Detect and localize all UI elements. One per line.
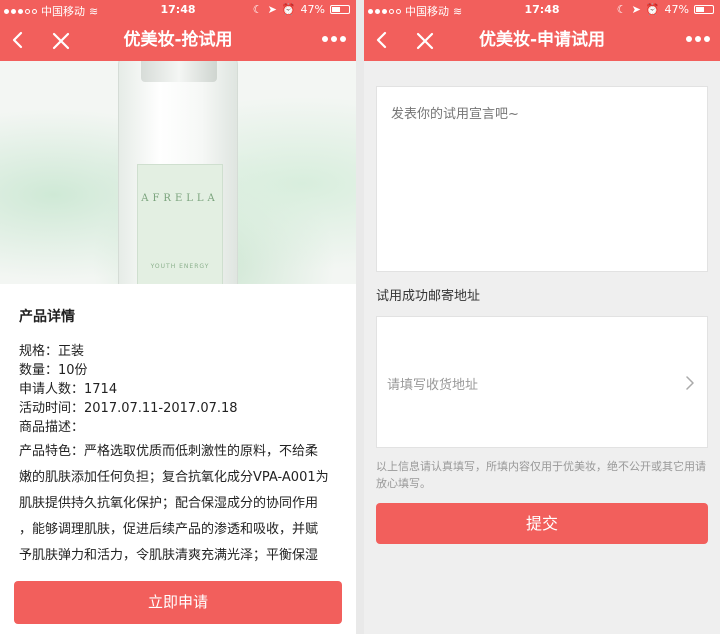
- nav-bar: 优美妆-申请试用: [364, 20, 720, 61]
- desc-line: 予肌肤弹力和活力，令肌肤清爽充满光泽；平衡保湿: [19, 548, 319, 563]
- desc-line: ，能够调理肌肤，促进后续产品的渗透和吸收，并赋: [19, 522, 319, 537]
- status-bar: 中国移动 ≋ 17:48 ☾ ➤ ⏰ 47%: [0, 0, 356, 20]
- more-options-icon[interactable]: [686, 36, 710, 42]
- status-bar: 中国移动 ≋ 17:48 ☾ ➤ ⏰ 47%: [364, 0, 720, 20]
- product-trial-screen: 中国移动 ≋ 17:48 ☾ ➤ ⏰ 47% 优美妆-抢试用 AFRELLA Y…: [0, 0, 356, 634]
- product-sub-brand: YOUTH ENERGY: [150, 263, 210, 270]
- product-bottle: AFRELLA YOUTH ENERGY: [118, 61, 238, 284]
- period-row: 活动时间：2017.07.11-2017.07.18: [19, 401, 238, 416]
- declaration-input[interactable]: [376, 86, 708, 272]
- address-section-label: 试用成功邮寄地址: [376, 289, 481, 304]
- product-details: 产品详情 规格：正装 数量：10份 申请人数：1714 活动时间：2017.07…: [0, 284, 356, 569]
- apply-trial-screen: 中国移动 ≋ 17:48 ☾ ➤ ⏰ 47% 优美妆-申请试用 试用成功邮寄地址…: [364, 0, 720, 634]
- desc-line: 产品特色：严格选取优质而低刺激性的原料，不给柔: [19, 444, 319, 459]
- desc-line: 嫩的肌肤添加任何负担；复合抗氧化成分VPA-A001为: [19, 470, 329, 485]
- battery-icon: [330, 5, 350, 14]
- location-icon: ➤: [631, 3, 641, 16]
- moon-icon: ☾: [616, 3, 627, 16]
- more-options-icon[interactable]: [322, 36, 346, 42]
- product-image: AFRELLA YOUTH ENERGY: [0, 61, 356, 284]
- quantity-row: 数量：10份: [19, 363, 88, 378]
- chevron-right-icon: [686, 376, 694, 390]
- battery-percent: 47%: [300, 3, 325, 16]
- moon-icon: ☾: [252, 3, 263, 16]
- desc-line: 肌肤提供持久抗氧化保护；配合保湿成分的协同作用: [19, 496, 319, 511]
- apply-form: 试用成功邮寄地址 请填写收货地址 以上信息请认真填写，所填内容仅用于优美妆，绝不…: [364, 61, 720, 544]
- alarm-icon: ⏰: [281, 3, 296, 16]
- product-brand: AFRELLA: [141, 193, 219, 204]
- address-field[interactable]: 请填写收货地址: [376, 316, 708, 448]
- alarm-icon: ⏰: [645, 3, 660, 16]
- location-icon: ➤: [267, 3, 277, 16]
- spec-row: 规格：正装: [19, 344, 85, 359]
- address-placeholder: 请填写收货地址: [387, 378, 479, 393]
- page-title: 优美妆-抢试用: [123, 30, 233, 50]
- battery-percent: 47%: [664, 3, 689, 16]
- nav-bar: 优美妆-抢试用: [0, 20, 356, 61]
- product-description: 产品特色：严格选取优质而低刺激性的原料，不给柔 嫩的肌肤添加任何负担；复合抗氧化…: [19, 439, 337, 569]
- details-heading: 产品详情: [19, 309, 75, 325]
- battery-icon: [694, 5, 714, 14]
- apply-now-button[interactable]: 立即申请: [14, 581, 342, 624]
- privacy-hint: 以上信息请认真填写，所填内容仅用于优美妆，绝不公开或其它用请放心填写。: [376, 460, 706, 490]
- desc-label: 商品描述：: [19, 420, 85, 435]
- page-title: 优美妆-申请试用: [478, 30, 606, 50]
- submit-button[interactable]: 提交: [376, 503, 708, 544]
- applicants-row: 申请人数：1714: [19, 382, 118, 397]
- apply-bar: 立即申请: [0, 572, 356, 634]
